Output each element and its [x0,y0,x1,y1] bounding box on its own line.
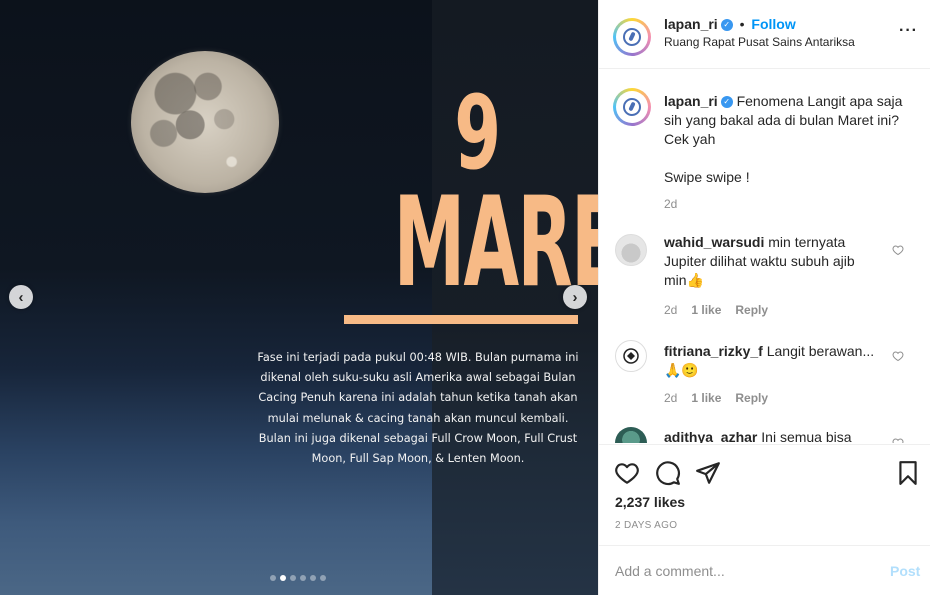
like-comment-heart-icon[interactable] [892,437,904,443]
like-comment-heart-icon[interactable] [892,350,904,362]
image-description: Fase ini terjadi pada pukul 00:48 WIB. B… [250,348,586,469]
description-line: Fase ini terjadi pada pukul 00:48 WIB. B… [257,351,579,364]
title-underline [344,315,578,324]
date-number: 9 [454,74,501,193]
carousel-dot [320,575,326,581]
date-month: MARET [393,171,598,315]
comment-avatar[interactable] [615,234,647,266]
carousel-dot [270,575,276,581]
caption-text-line: Fenomena Langit apa saja [736,93,903,109]
reply-button[interactable]: Reply [735,303,768,317]
carousel-dot [310,575,316,581]
comment-avatar[interactable] [615,340,647,372]
caption-text-line: Swipe swipe ! [664,169,750,185]
post-comment-button[interactable]: Post [890,563,920,579]
separator-dot: • [739,16,745,32]
description-line: mulai melunak & cacing tanah akan muncul… [267,411,569,425]
comment-item: adithya_azhar Ini semua bisa [664,428,884,443]
comment-text: Langit berawan... [766,343,875,359]
avatar-logo-icon [623,348,639,364]
caption-text-line: sih yang bakal ada di bulan Maret ini? [664,112,900,128]
comment-time[interactable]: 2d [664,303,677,317]
comment-text: Ini semua bisa [761,429,852,443]
comment-text: Jupiter dilihat waktu subuh ajib [664,253,855,269]
likes-count[interactable]: 2,237 likes [615,494,685,510]
avatar[interactable] [613,18,651,56]
next-slide-button[interactable]: › [563,285,587,309]
reply-button[interactable]: Reply [735,391,768,405]
caption-text-line: Cek yah [664,131,716,147]
lapan-logo-icon [623,28,641,46]
more-options-icon[interactable]: ··· [899,22,918,40]
comment-input[interactable] [615,561,875,581]
caption-time[interactable]: 2d [664,197,677,211]
caption-avatar[interactable] [613,88,651,126]
comment-text: min👍 [664,272,704,288]
comment-meta: 2d 1 like Reply [664,303,768,317]
comment-likes[interactable]: 1 like [691,303,721,317]
like-comment-heart-icon[interactable] [892,244,904,256]
carousel-dot [300,575,306,581]
save-bookmark-icon[interactable] [895,460,921,486]
post-header: lapan_ri ✓ • Follow Ruang Rapat Pusat Sai… [599,0,930,69]
chevron-right-icon: › [572,288,578,306]
comment-text: 🙏🙂 [664,362,699,378]
post-side-panel: lapan_ri ✓ • Follow Ruang Rapat Pusat Sai… [598,0,930,595]
carousel-dot [290,575,296,581]
moon-image [131,51,279,193]
lapan-logo-icon [623,98,641,116]
comment-item: fitriana_rizky_f Langit berawan... 🙏🙂 [664,342,884,380]
description-line: dikenal oleh suku-suku asli Amerika awal… [260,371,576,385]
carousel-indicator [270,575,326,581]
comment-meta: 2d 1 like Reply [664,391,768,405]
carousel-dot-active [280,575,286,581]
description-line: Cacing Penuh karena ini adalah tahun ket… [258,391,578,405]
comment-bubble-icon[interactable] [655,460,681,486]
comments-list[interactable]: lapan_ri ✓ Fenomena Langit apa saja sih y… [599,70,930,443]
description-line: Moon, Full Sap Moon, & Lenten Moon. [311,452,525,466]
header-username[interactable]: lapan_ri [664,16,718,32]
location-link[interactable]: Ruang Rapat Pusat Sains Antariksa [664,35,855,49]
verified-badge-icon: ✓ [720,19,733,32]
comment-username[interactable]: adithya_azhar [664,429,757,443]
share-send-icon[interactable] [695,460,721,486]
header-user-row: lapan_ri ✓ • Follow [664,16,796,32]
verified-badge-icon: ✓ [720,96,733,109]
follow-button[interactable]: Follow [751,16,795,32]
caption-username[interactable]: lapan_ri [664,93,718,109]
previous-slide-button[interactable]: ‹ [9,285,33,309]
post-image[interactable]: 9 MARET Fase ini terjadi pada pukul 00:4… [0,0,598,595]
add-comment-section: Post [599,545,930,595]
description-line: Bulan ini juga dikenal sebagai Full Crow… [258,431,578,445]
comment-text: min ternyata [768,234,846,250]
post-date[interactable]: 2 DAYS AGO [615,520,677,531]
chevron-left-icon: ‹ [18,288,24,306]
comment-likes[interactable]: 1 like [691,391,721,405]
comment-item: wahid_warsudi min ternyata Jupiter dilih… [664,233,879,290]
comment-avatar[interactable] [615,427,647,443]
caption: lapan_ri ✓ Fenomena Langit apa saja sih y… [664,92,919,187]
comment-username[interactable]: wahid_warsudi [664,234,764,250]
like-heart-icon[interactable] [614,460,640,486]
comment-username[interactable]: fitriana_rizky_f [664,343,763,359]
comment-time[interactable]: 2d [664,391,677,405]
post-actions: 2,237 likes 2 DAYS AGO [599,444,930,544]
